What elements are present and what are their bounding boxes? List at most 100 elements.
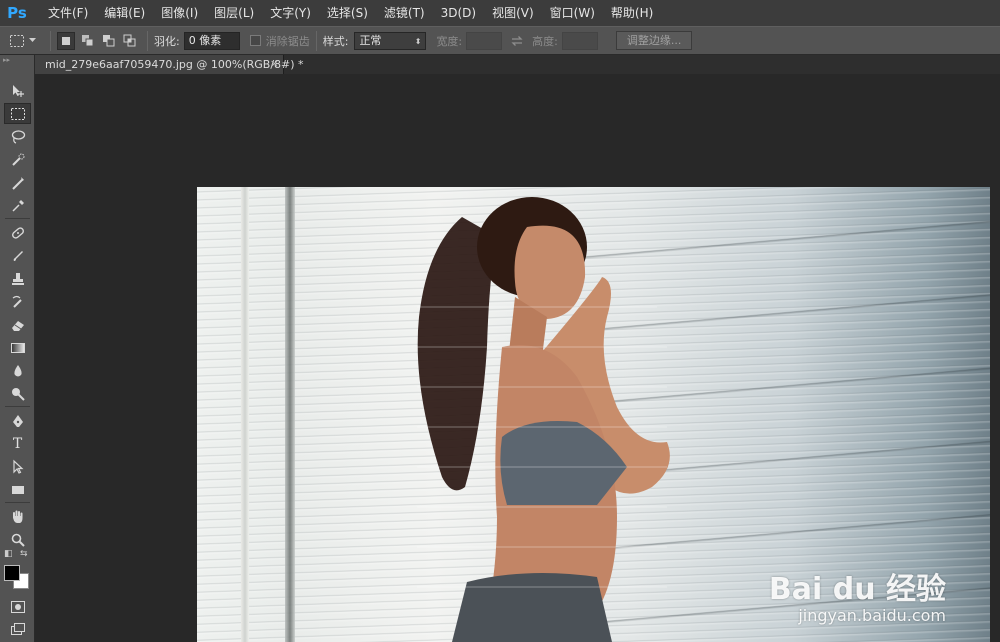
width-input[interactable] [466, 31, 503, 50]
blur-tool[interactable] [4, 360, 31, 381]
type-tool[interactable]: T [4, 433, 31, 454]
divider [147, 30, 148, 51]
antialias-checkbox[interactable] [249, 35, 261, 46]
watermark-logo: Bai du 经验 [768, 572, 946, 607]
tool-preset-picker[interactable] [0, 27, 44, 54]
lasso-tool[interactable] [4, 126, 31, 147]
width-label: 宽度: [436, 34, 463, 48]
swap-dimensions-button[interactable] [502, 35, 532, 47]
main-menu: 文件(F) 编辑(E) 图像(I) 图层(L) 文字(Y) 选择(S) 滤镜(T… [40, 0, 661, 26]
quick-mask-button[interactable] [4, 596, 31, 617]
options-bar: 羽化: 0 像素 消除锯齿 样式: 正常 ⬍ 宽度: 高度: 调整边缘... [0, 26, 1000, 55]
divider [315, 30, 317, 51]
screen-mode-button[interactable] [4, 618, 31, 639]
chevron-down-icon [28, 38, 36, 42]
subtract-selection-icon [102, 35, 114, 47]
menu-filter[interactable]: 滤镜(T) [376, 0, 433, 26]
watermark-url: jingyan.baidu.com [798, 606, 946, 625]
default-colors-icon[interactable]: ◧ [4, 549, 13, 559]
brush-icon [13, 250, 23, 261]
screen-mode-icon [10, 622, 25, 635]
pen-tool[interactable] [4, 410, 31, 431]
dodge-icon [11, 387, 25, 401]
eyedropper-icon [11, 199, 24, 212]
menu-layer[interactable]: 图层(L) [206, 0, 262, 26]
divider [5, 406, 30, 407]
document-tab-bar: mid_279e6aaf7059470.jpg @ 100%(RGB/8#) *… [35, 55, 1000, 74]
height-input[interactable] [561, 31, 598, 50]
healing-brush-tool[interactable] [4, 222, 31, 243]
quick-select-icon [11, 153, 24, 166]
close-icon[interactable]: × [270, 57, 279, 70]
document-tab-title: mid_279e6aaf7059470.jpg @ 100%(RGB/8#) * [45, 58, 304, 71]
hand-tool[interactable] [4, 506, 31, 527]
divider [50, 30, 51, 51]
menu-view[interactable]: 视图(V) [484, 0, 542, 26]
rectangle-shape-icon [11, 485, 24, 494]
type-t-icon: T [12, 435, 23, 452]
menu-image[interactable]: 图像(I) [153, 0, 206, 26]
add-to-selection-button[interactable] [78, 32, 96, 50]
stamp-icon [11, 272, 24, 285]
document-tab[interactable]: mid_279e6aaf7059470.jpg @ 100%(RGB/8#) *… [35, 55, 304, 74]
menu-type[interactable]: 文字(Y) [262, 0, 319, 26]
dodge-tool[interactable] [4, 383, 31, 404]
hand-icon [12, 510, 22, 523]
updown-arrow-icon: ⬍ [414, 36, 422, 46]
new-selection-icon [62, 36, 70, 45]
eraser-icon [11, 320, 24, 331]
menu-window[interactable]: 窗口(W) [542, 0, 603, 26]
move-tool[interactable] [4, 80, 31, 101]
rect-marquee-icon [10, 107, 25, 120]
tools-panel: ▸▸ T ◧ ⇆ [0, 55, 35, 642]
refine-edge-button[interactable]: 调整边缘... [615, 31, 693, 50]
height-label: 高度: [532, 34, 558, 48]
menu-help[interactable]: 帮助(H) [603, 0, 661, 26]
panel-collapse-grip[interactable]: ▸▸ [0, 55, 34, 65]
gradient-icon [10, 342, 25, 353]
intersect-selection-button[interactable] [120, 32, 138, 50]
feather-label: 羽化: [154, 34, 180, 48]
photoshop-logo: Ps [7, 4, 27, 22]
rectangle-tool[interactable] [4, 479, 31, 500]
divider [5, 502, 30, 503]
history-brush-tool[interactable] [4, 291, 31, 312]
eraser-tool[interactable] [4, 314, 31, 335]
menu-file[interactable]: 文件(F) [40, 0, 96, 26]
lasso-icon [11, 129, 25, 144]
crop-icon [11, 176, 24, 190]
style-label: 样式: [322, 34, 349, 48]
document-canvas-image[interactable]: Bai du 经验 jingyan.baidu.com [197, 187, 990, 642]
quick-select-tool[interactable] [4, 149, 31, 170]
menu-3d[interactable]: 3D(D) [433, 0, 484, 26]
intersect-selection-icon [123, 34, 135, 47]
style-select-value: 正常 [359, 33, 382, 47]
baidu-jingyan-watermark: Bai du 经验 jingyan.baidu.com [769, 574, 946, 626]
rect-marquee-icon [9, 34, 24, 47]
gradient-tool[interactable] [4, 337, 31, 358]
magnifier-icon [11, 533, 25, 547]
antialias-label: 消除锯齿 [265, 34, 310, 48]
add-selection-icon [81, 35, 93, 47]
divider [5, 218, 30, 219]
canvas-workspace[interactable]: Bai du 经验 jingyan.baidu.com [35, 74, 1000, 642]
subtract-from-selection-button[interactable] [99, 32, 117, 50]
swap-colors-icon[interactable]: ⇆ [20, 549, 28, 559]
style-select[interactable]: 正常 ⬍ [354, 31, 427, 50]
new-selection-button[interactable] [57, 31, 75, 50]
path-select-tool[interactable] [4, 456, 31, 477]
quick-mask-icon [10, 600, 25, 613]
path-select-arrow-icon [12, 459, 24, 474]
rect-marquee-tool[interactable] [4, 103, 31, 124]
feather-input[interactable]: 0 像素 [183, 31, 240, 50]
zoom-tool[interactable] [4, 529, 31, 550]
menu-select[interactable]: 选择(S) [319, 0, 376, 26]
menu-edit[interactable]: 编辑(E) [96, 0, 153, 26]
crop-tool[interactable] [4, 172, 31, 193]
eyedropper-tool[interactable] [4, 195, 31, 216]
history-brush-icon [12, 295, 22, 308]
move-icon [12, 84, 24, 97]
foreground-color-swatch[interactable] [4, 565, 20, 581]
clone-stamp-tool[interactable] [4, 268, 31, 289]
brush-tool[interactable] [4, 245, 31, 266]
